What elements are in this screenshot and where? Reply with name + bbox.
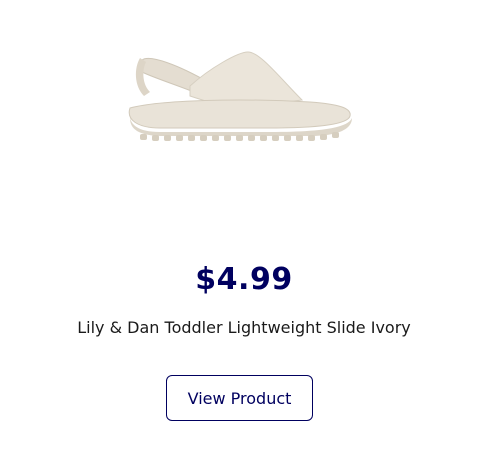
product-image[interactable] xyxy=(120,38,368,158)
view-product-button[interactable]: View Product xyxy=(166,375,313,421)
product-title[interactable]: Lily & Dan Toddler Lightweight Slide Ivo… xyxy=(0,318,488,337)
product-card: $4.99 Lily & Dan Toddler Lightweight Sli… xyxy=(0,0,488,456)
sandal-icon xyxy=(128,51,352,141)
product-price: $4.99 xyxy=(195,262,293,297)
